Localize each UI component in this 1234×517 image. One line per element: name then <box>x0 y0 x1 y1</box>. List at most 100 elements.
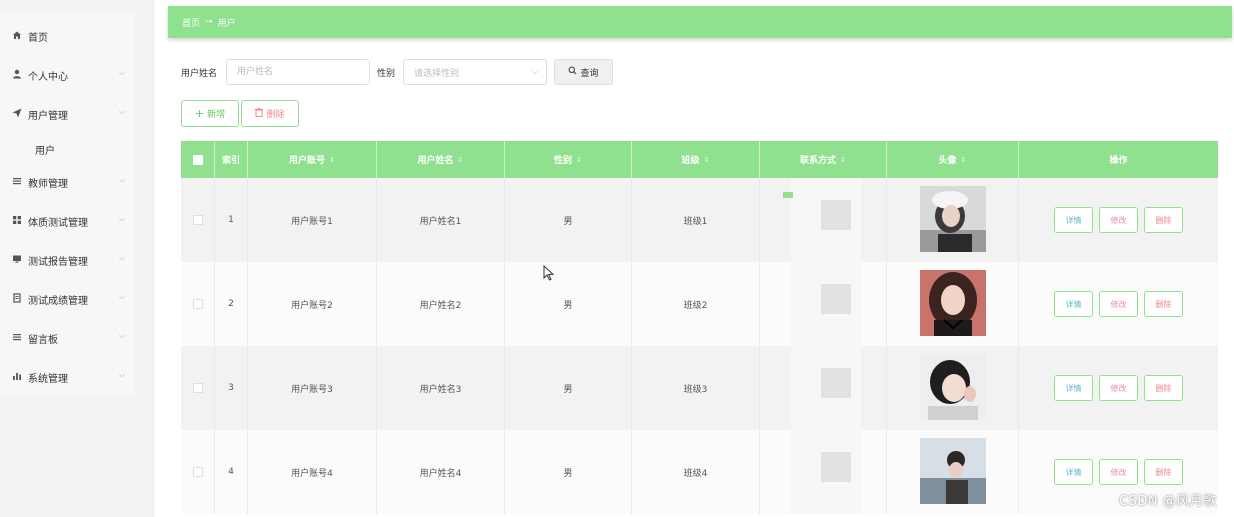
header-gender[interactable]: 性别 ⇕ <box>505 141 632 178</box>
cell-name: 用户姓名2 <box>377 262 505 346</box>
avatar[interactable] <box>920 354 986 420</box>
edit-button[interactable]: 修改 <box>1099 459 1138 485</box>
sidebar-item-fitness-test[interactable]: 体质测试管理 ⌵ <box>0 201 135 240</box>
checkbox-icon <box>192 215 203 225</box>
sort-icon[interactable]: ⇕ <box>704 156 710 164</box>
header-name[interactable]: 用户姓名 ⇕ <box>377 141 505 178</box>
detail-button[interactable]: 详情 <box>1054 375 1093 401</box>
sidebar-subitem-user[interactable]: 用户 <box>35 142 55 157</box>
delete-button[interactable]: 删除 <box>241 100 299 127</box>
header-label: 头像 <box>938 156 957 166</box>
grid-icon <box>12 215 22 225</box>
header-label: 操作 <box>1109 156 1128 166</box>
header-class[interactable]: 班级 ⇕ <box>632 141 760 178</box>
cell-account: 用户账号2 <box>248 262 377 346</box>
sidebar-item-home[interactable]: 首页 <box>0 16 135 55</box>
detail-button[interactable]: 详情 <box>1054 459 1093 485</box>
blur-block <box>821 284 851 314</box>
sidebar-item-test-report[interactable]: 测试报告管理 ⌵ <box>0 240 135 279</box>
cell-class: 班级2 <box>632 262 760 346</box>
document-icon <box>12 293 22 303</box>
cell-name: 用户姓名3 <box>377 346 505 430</box>
row-delete-button[interactable]: 删除 <box>1144 207 1183 233</box>
sidebar-item-profile[interactable]: 个人中心 ⌵ <box>0 55 135 94</box>
sidebar-item-user-management[interactable]: 用户管理 ⌵ <box>0 94 135 133</box>
sidebar-item-label: 留言板 <box>28 335 58 346</box>
header-label: 性别 <box>554 156 573 166</box>
detail-button[interactable]: 详情 <box>1054 291 1093 317</box>
detail-button[interactable]: 详情 <box>1054 207 1093 233</box>
row-checkbox[interactable] <box>181 178 215 262</box>
sidebar-item-teacher-management[interactable]: 教师管理 ⌵ <box>0 162 135 201</box>
sort-icon[interactable]: ⇕ <box>329 156 335 164</box>
checkbox-icon <box>192 383 203 393</box>
table-row: 1 用户账号1 用户姓名1 男 班级1 详情 修改 删除 <box>181 178 1218 262</box>
edit-button[interactable]: 修改 <box>1099 375 1138 401</box>
header-operations: 操作 <box>1019 141 1218 178</box>
chevron-down-icon: ⌵ <box>119 214 126 223</box>
cell-index: 1 <box>215 178 248 262</box>
header-label: 班级 <box>681 156 700 166</box>
name-search-input[interactable] <box>226 59 370 85</box>
header-index: 索引 <box>215 141 248 178</box>
cell-account: 用户账号1 <box>248 178 377 262</box>
query-button[interactable]: 查询 <box>554 59 613 85</box>
breadcrumb-separator: → <box>205 17 213 27</box>
edit-button[interactable]: 修改 <box>1099 207 1138 233</box>
sort-icon[interactable]: ⇕ <box>840 156 846 164</box>
row-delete-button[interactable]: 删除 <box>1144 459 1183 485</box>
header-label: 用户账号 <box>289 156 326 166</box>
sidebar-item-label: 教师管理 <box>28 179 68 190</box>
header-avatar[interactable]: 头像 ⇕ <box>887 141 1019 178</box>
table-row: 4 用户账号4 用户姓名4 男 班级4 详情 修改 删除 <box>181 430 1218 514</box>
row-delete-button[interactable]: 删除 <box>1144 291 1183 317</box>
avatar[interactable] <box>920 186 986 252</box>
gender-select[interactable]: 请选择性别 ⌵ <box>403 59 547 85</box>
add-button[interactable]: + 新增 <box>181 100 239 127</box>
breadcrumb: 首页 → 用户 <box>168 6 1232 38</box>
cell-class: 班级1 <box>632 178 760 262</box>
sidebar-item-system-management[interactable]: 系统管理 ⌵ <box>0 357 135 396</box>
plus-icon: + <box>194 107 205 120</box>
name-search-label: 用户姓名 <box>181 69 218 79</box>
edit-button[interactable]: 修改 <box>1099 291 1138 317</box>
mouse-cursor-icon <box>543 264 555 281</box>
sort-icon[interactable]: ⇕ <box>961 156 967 164</box>
breadcrumb-home[interactable]: 首页 <box>182 16 200 29</box>
query-button-label: 查询 <box>580 68 599 79</box>
avatar[interactable] <box>920 438 986 504</box>
checkbox-icon <box>192 299 203 309</box>
cell-class: 班级3 <box>632 346 760 430</box>
cell-contact-blurred <box>783 178 863 262</box>
sidebar-item-test-scores[interactable]: 测试成绩管理 ⌵ <box>0 279 135 318</box>
row-checkbox[interactable] <box>181 430 215 514</box>
watermark: CSDN @风月歌 <box>1119 494 1217 509</box>
avatar[interactable] <box>920 270 986 336</box>
gender-label: 性别 <box>377 69 396 79</box>
checkbox-icon <box>192 467 203 477</box>
chart-icon <box>12 371 22 381</box>
row-delete-button[interactable]: 删除 <box>1144 375 1183 401</box>
blur-block <box>821 452 851 482</box>
contact-tag <box>783 192 793 198</box>
row-checkbox[interactable] <box>181 262 215 346</box>
chevron-down-icon: ⌵ <box>119 292 126 301</box>
cell-name: 用户姓名4 <box>377 430 505 514</box>
cell-gender: 男 <box>505 178 632 262</box>
header-contact[interactable]: 联系方式 ⇕ <box>760 141 887 178</box>
search-icon <box>568 66 577 78</box>
chevron-down-icon: ⌵ <box>119 68 126 77</box>
sidebar-item-message-board[interactable]: 留言板 ⌵ <box>0 318 135 357</box>
header-account[interactable]: 用户账号 ⇕ <box>248 141 377 178</box>
row-checkbox[interactable] <box>181 346 215 430</box>
cell-contact-blurred <box>783 430 863 514</box>
select-all-checkbox[interactable] <box>181 141 215 178</box>
sidebar-item-label: 首页 <box>28 33 48 44</box>
sort-icon[interactable]: ⇕ <box>458 156 464 164</box>
cell-gender: 男 <box>505 430 632 514</box>
cell-name: 用户姓名1 <box>377 178 505 262</box>
sort-icon[interactable]: ⇕ <box>576 156 582 164</box>
cell-class: 班级4 <box>632 430 760 514</box>
gender-select-placeholder: 请选择性别 <box>414 68 460 79</box>
monitor-icon <box>12 254 22 264</box>
